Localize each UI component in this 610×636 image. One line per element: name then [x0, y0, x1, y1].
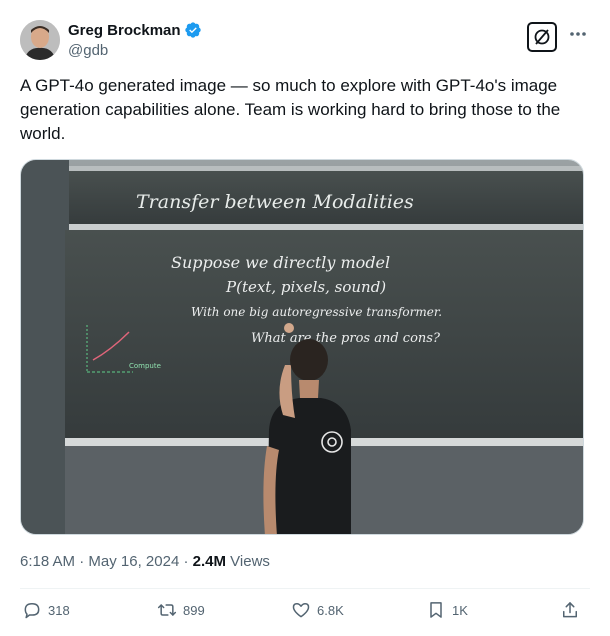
meta-separator: ·: [79, 553, 85, 570]
bookmark-icon: [430, 602, 442, 618]
like-button[interactable]: 6.8K: [291, 600, 344, 620]
reply-count: 318: [48, 602, 70, 618]
board-title: Transfer between Modalities: [136, 191, 414, 213]
name-row: Greg Brockman: [68, 21, 202, 39]
graph-label: Compute: [129, 362, 161, 370]
grok-icon: [534, 29, 550, 45]
chalkboard-image: Transfer between Modalities Suppose we d…: [21, 160, 583, 534]
board-line-2: P(text, pixels, sound): [225, 278, 386, 296]
repost-button[interactable]: 899: [157, 600, 205, 620]
handle[interactable]: @gdb: [68, 42, 108, 59]
avatar-image: [20, 20, 60, 60]
divider: [20, 588, 590, 589]
share-button[interactable]: [560, 600, 586, 620]
like-count: 6.8K: [317, 602, 344, 618]
more-icon: [570, 32, 586, 36]
tweet-header: Greg Brockman @gdb: [20, 20, 590, 60]
bookmark-count: 1K: [452, 602, 468, 618]
verified-badge-icon: [184, 21, 202, 39]
like-icon: [292, 603, 310, 618]
tweet-text: A GPT-4o generated image — so much to ex…: [20, 76, 561, 143]
share-icon: [563, 602, 577, 618]
views-label: Views: [230, 553, 270, 570]
tweet-time[interactable]: 6:18 AM: [20, 553, 75, 570]
reply-button[interactable]: 318: [22, 600, 70, 620]
reply-icon: [24, 603, 40, 619]
display-name[interactable]: Greg Brockman: [68, 22, 181, 39]
board-line-3: With one big autoregressive transformer.: [191, 305, 442, 319]
meta-separator: ·: [183, 553, 189, 570]
tweet-meta: 6:18 AM · May 16, 2024 · 2.4M Views: [20, 553, 270, 570]
board-line-4: What are the pros and cons?: [251, 331, 441, 346]
tweet-date[interactable]: May 16, 2024: [88, 553, 179, 570]
views-count: 2.4M: [192, 553, 226, 570]
more-button[interactable]: [566, 22, 590, 46]
grok-button[interactable]: [527, 22, 557, 52]
board-line-1: Suppose we directly model: [171, 253, 390, 272]
tweet-image[interactable]: Transfer between Modalities Suppose we d…: [20, 159, 584, 535]
action-bar: 318 899 6.8K 1K: [20, 600, 590, 626]
retweet-icon: [157, 604, 177, 616]
repost-count: 899: [183, 602, 205, 618]
avatar[interactable]: [20, 20, 60, 60]
bookmark-button[interactable]: 1K: [426, 600, 468, 620]
